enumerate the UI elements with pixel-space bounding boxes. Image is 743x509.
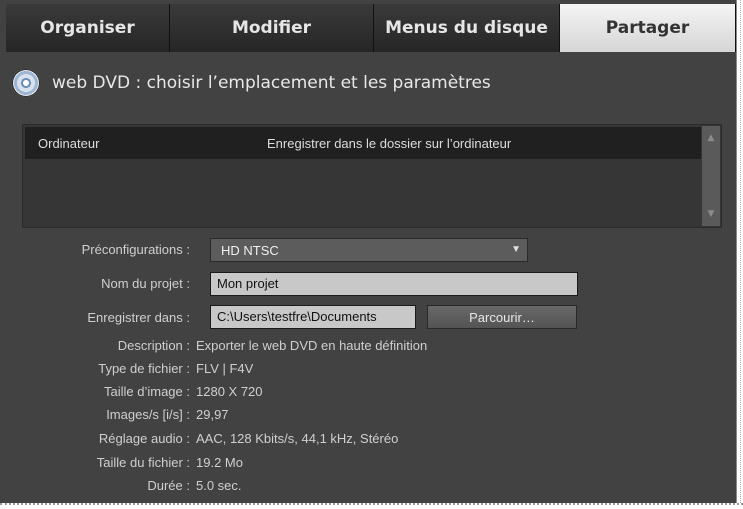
page-title: web DVD : choisir l’emplacement et les p… — [52, 73, 491, 93]
info-value: 29,97 — [196, 407, 229, 422]
save-in-field[interactable]: C:\Users\testfre\Documents — [210, 305, 416, 329]
share-panel: Organiser Modifier Menus du disque Parta… — [0, 0, 737, 503]
presets-selected-value: HD NTSC — [221, 242, 279, 258]
chevron-down-icon: ▼ — [511, 244, 521, 255]
project-name-label: Nom du projet : — [101, 276, 190, 291]
presets-select[interactable]: HD NTSC ▼ — [210, 238, 528, 262]
info-label: Description : — [117, 338, 190, 353]
info-label: Images/s [i/s] : — [106, 407, 190, 422]
info-value: AAC, 128 Kbits/s, 44,1 kHz, Stéréo — [196, 431, 399, 446]
info-label: Taille d’image : — [104, 384, 190, 399]
info-value: 5.0 sec. — [196, 478, 242, 493]
project-name-field[interactable]: Mon projet — [210, 272, 578, 296]
screenshot-border — [0, 503, 743, 505]
destination-name: Ordinateur — [38, 135, 100, 151]
scroll-down-arrow-icon[interactable]: ▼ — [702, 206, 720, 222]
save-in-label: Enregistrer dans : — [87, 310, 190, 325]
panel-header: web DVD : choisir l’emplacement et les p… — [12, 68, 491, 98]
tab-organiser[interactable]: Organiser — [6, 4, 170, 52]
disc-icon — [12, 69, 40, 97]
info-value: 19.2 Mo — [196, 455, 243, 470]
info-value: Exporter le web DVD en haute définition — [196, 338, 428, 353]
info-label: Réglage audio : — [98, 431, 190, 446]
destination-description: Enregistrer dans le dossier sur l’ordina… — [267, 135, 512, 151]
destination-list: Ordinateur Enregistrer dans le dossier s… — [22, 124, 722, 228]
info-label: Durée : — [147, 478, 190, 493]
presets-label: Préconfigurations : — [81, 242, 190, 257]
tab-modifier[interactable]: Modifier — [170, 4, 374, 52]
info-value: 1280 X 720 — [196, 384, 263, 399]
workspace-tabs: Organiser Modifier Menus du disque Parta… — [6, 4, 736, 52]
info-label: Type de fichier : — [98, 361, 190, 376]
tab-partager[interactable]: Partager — [560, 4, 736, 52]
info-value: FLV | F4V — [196, 361, 254, 376]
list-scrollbar[interactable]: ▲ ▼ — [702, 126, 720, 226]
tab-menus-du-disque[interactable]: Menus du disque — [374, 4, 560, 52]
list-item[interactable]: Ordinateur Enregistrer dans le dossier s… — [25, 127, 701, 159]
info-label: Taille du fichier : — [96, 455, 190, 470]
scroll-up-arrow-icon[interactable]: ▲ — [702, 130, 720, 146]
screenshot-border — [740, 0, 741, 503]
browse-button[interactable]: Parcourir… — [427, 305, 577, 329]
